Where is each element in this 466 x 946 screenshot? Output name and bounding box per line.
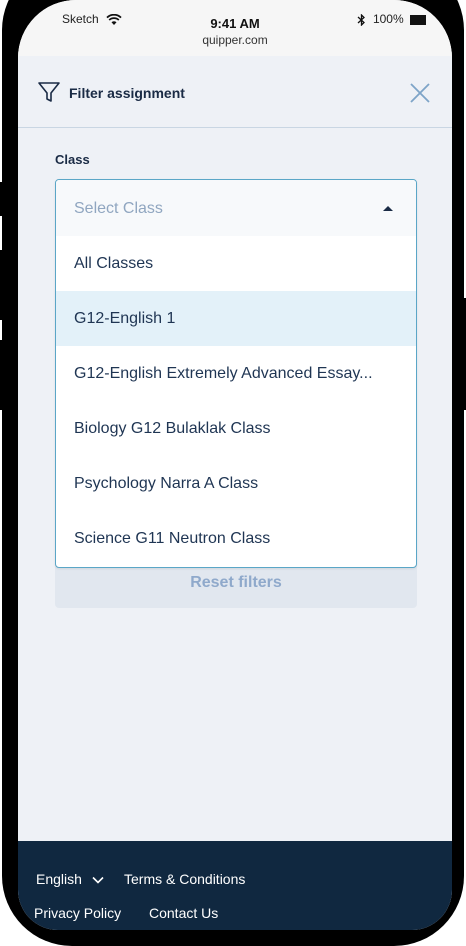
caret-up-icon (383, 206, 393, 211)
class-option-all-classes[interactable]: All Classes (56, 236, 416, 291)
option-label: Psychology Narra A Class (74, 475, 259, 492)
filter-panel: Filter assignment Class Reset filters Se… (18, 56, 452, 841)
terms-link[interactable]: Terms & Conditions (124, 871, 245, 887)
class-label: Class (55, 152, 90, 167)
volume-down-button (0, 340, 4, 410)
status-bar: Sketch 9:41 AM quipper.com 100% (18, 0, 452, 56)
option-label: G12-English Extremely Advanced Essay... (74, 365, 373, 382)
class-option-science[interactable]: Science G11 Neutron Class (56, 511, 416, 566)
contact-link[interactable]: Contact Us (149, 905, 218, 921)
filter-header: Filter assignment (18, 56, 452, 128)
battery-indicator: 100% (357, 12, 426, 27)
reset-filters-label: Reset filters (190, 574, 282, 591)
option-label: G12-English 1 (74, 310, 176, 327)
class-option-biology[interactable]: Biology G12 Bulaklak Class (56, 401, 416, 456)
option-label: All Classes (74, 255, 154, 272)
class-select[interactable]: Select Class (56, 180, 416, 236)
close-icon[interactable] (408, 81, 432, 105)
option-label: Biology G12 Bulaklak Class (74, 420, 271, 437)
battery-label: 100% (372, 12, 404, 26)
power-button (462, 298, 466, 410)
page-title: Filter assignment (69, 85, 185, 101)
filter-icon (38, 82, 60, 102)
mute-switch (0, 182, 4, 216)
language-selector[interactable]: English (36, 871, 104, 887)
battery-icon (410, 14, 426, 25)
privacy-link[interactable]: Privacy Policy (34, 905, 121, 921)
language-label: English (36, 871, 82, 887)
chevron-down-icon (92, 877, 104, 884)
class-option-g12-english-1[interactable]: G12-English 1 (56, 291, 416, 346)
device-frame: Sketch 9:41 AM quipper.com 100% Filter a… (0, 0, 466, 946)
class-select-placeholder: Select Class (74, 200, 163, 217)
volume-up-button (0, 250, 4, 320)
class-select-dropdown: Select Class All Classes G12-English 1 G… (55, 179, 417, 568)
bluetooth-icon (357, 13, 365, 27)
class-option-g12-english-advanced[interactable]: G12-English Extremely Advanced Essay... (56, 346, 416, 401)
class-option-psychology[interactable]: Psychology Narra A Class (56, 456, 416, 511)
status-url: quipper.com (202, 33, 268, 47)
option-label: Science G11 Neutron Class (74, 530, 271, 547)
screen: Sketch 9:41 AM quipper.com 100% Filter a… (18, 0, 452, 930)
site-footer: English Terms & Conditions Privacy Polic… (18, 841, 452, 930)
